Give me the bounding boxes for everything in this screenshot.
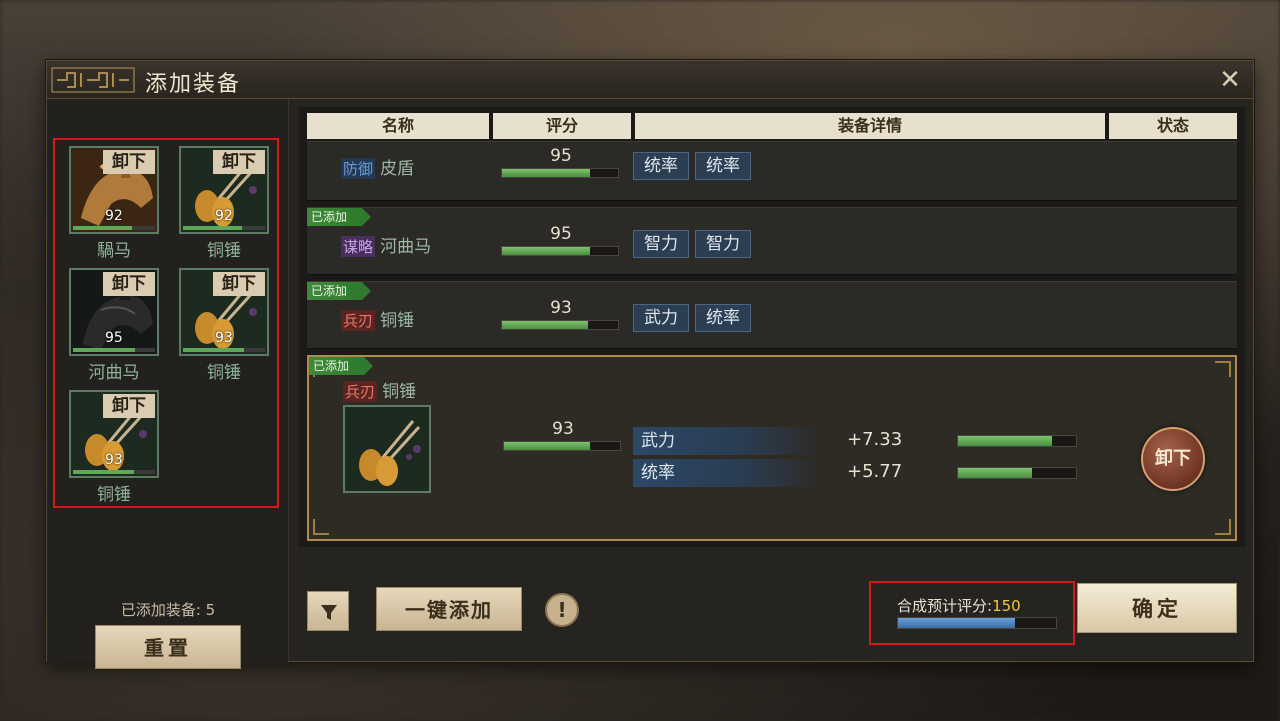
slot-score: 95: [105, 330, 123, 346]
equipped-slot[interactable]: 卸下 93 铜锤: [55, 384, 159, 505]
horse-icon: 卸下 95: [69, 268, 159, 356]
stat-label: 统率: [633, 459, 823, 487]
slot-bar: [73, 470, 155, 474]
stat-value: +5.77: [847, 461, 903, 482]
item-score: 93: [552, 419, 574, 439]
title-ornament-icon: [51, 67, 135, 93]
stat-row: 武力 +7.33: [633, 427, 1083, 455]
equipped-slot[interactable]: 卸下 92 铜锤: [165, 140, 269, 261]
attr-chip: 智力: [695, 230, 751, 258]
slot-name: 铜锤: [207, 363, 241, 383]
type-badge: 防御: [341, 158, 376, 179]
type-badge: 兵刃: [343, 381, 378, 402]
mace-icon: [343, 405, 431, 493]
close-icon[interactable]: ✕: [1217, 67, 1243, 93]
header-status: 状态: [1109, 113, 1237, 139]
item-name: 铜锤: [382, 382, 417, 402]
added-tag: 已添加: [309, 357, 373, 375]
item-name: 皮盾: [380, 159, 415, 179]
dialog-title: 添加装备: [145, 72, 242, 97]
item-score: 95: [550, 146, 572, 166]
equipped-slot[interactable]: 卸下 93 铜锤: [165, 262, 269, 383]
table-row[interactable]: 防御 皮盾 95 统率 统率: [307, 141, 1237, 201]
titlebar: 添加装备 ✕: [47, 61, 1253, 99]
type-badge: 兵刃: [341, 310, 376, 331]
mace-icon: 卸下 93: [69, 390, 159, 478]
score-bar: [501, 246, 619, 256]
attr-chip: 智力: [633, 230, 689, 258]
add-equipment-dialog: 添加装备 ✕ 卸下 92 騧马 卸下 92 铜锤 卸下 95 河曲马 卸下 93…: [46, 60, 1254, 669]
unequip-button[interactable]: 卸下: [103, 272, 155, 296]
slot-score: 93: [105, 452, 123, 468]
header-details: 装备详情: [635, 113, 1105, 139]
filter-icon: [321, 605, 337, 620]
expanded-row[interactable]: 已添加 兵刃 铜锤 93 武力 +7.33 统率 +5.77 卸下: [307, 355, 1237, 541]
added-tag: 已添加: [307, 208, 371, 226]
unequip-button[interactable]: 卸下: [213, 150, 265, 174]
mace-icon: 卸下 92: [179, 146, 269, 234]
slot-name: 铜锤: [97, 485, 131, 505]
unequip-button[interactable]: 卸下: [213, 272, 265, 296]
score-bar: [501, 320, 619, 330]
filter-button[interactable]: [307, 591, 349, 631]
equipped-panel: 卸下 92 騧马 卸下 92 铜锤 卸下 95 河曲马 卸下 93 铜锤 卸下 …: [47, 99, 289, 669]
confirm-button[interactable]: 确定: [1077, 583, 1237, 633]
predicted-score-box: 合成预计评分:150: [869, 581, 1075, 645]
equipment-table: 名称 评分 装备详情 状态 防御 皮盾 95 统率 统率 已添加 谋略 河曲马: [299, 107, 1245, 547]
equipped-list: 卸下 92 騧马 卸下 92 铜锤 卸下 95 河曲马 卸下 93 铜锤 卸下 …: [53, 138, 279, 508]
header-score: 评分: [493, 113, 631, 139]
table-header: 名称 评分 装备详情 状态: [307, 113, 1237, 139]
equipped-slot[interactable]: 卸下 95 河曲马: [55, 262, 159, 383]
mace-icon: 卸下 93: [179, 268, 269, 356]
reset-button[interactable]: 重置: [95, 625, 241, 669]
unequip-button[interactable]: 卸下: [103, 394, 155, 418]
slot-score: 92: [105, 208, 123, 224]
attr-chip: 武力: [633, 304, 689, 332]
slot-bar: [73, 348, 155, 352]
unequip-button[interactable]: 卸下: [103, 150, 155, 174]
item-score: 93: [550, 298, 572, 318]
score-bar: [501, 168, 619, 178]
type-badge: 谋略: [341, 236, 376, 257]
slot-bar: [183, 348, 265, 352]
slot-name: 河曲马: [88, 363, 140, 383]
added-tag: 已添加: [307, 282, 371, 300]
stat-value: +7.33: [847, 429, 903, 450]
predicted-score-value: 150: [992, 597, 1021, 615]
slot-name: 騧马: [97, 241, 131, 261]
slot-name: 铜锤: [207, 241, 241, 261]
table-row[interactable]: 已添加 兵刃 铜锤 93 武力 统率: [307, 281, 1237, 349]
stat-bar: [957, 435, 1077, 447]
stat-label: 武力: [633, 427, 823, 455]
slot-bar: [73, 226, 155, 230]
item-score: 95: [550, 224, 572, 244]
slot-score: 92: [215, 208, 233, 224]
equipped-slot[interactable]: 卸下 92 騧马: [55, 140, 159, 261]
predicted-score-bar: [897, 617, 1057, 629]
table-row[interactable]: 已添加 谋略 河曲马 95 智力 智力: [307, 207, 1237, 275]
header-name: 名称: [307, 113, 489, 139]
slot-bar: [183, 226, 265, 230]
info-icon[interactable]: !: [545, 593, 579, 627]
add-all-button[interactable]: 一键添加: [376, 587, 522, 631]
horse-icon: 卸下 92: [69, 146, 159, 234]
unequip-button[interactable]: 卸下: [1141, 427, 1205, 491]
item-name: 河曲马: [380, 237, 432, 257]
item-name: 铜锤: [380, 311, 415, 331]
attr-chip: 统率: [633, 152, 689, 180]
slot-score: 93: [215, 330, 233, 346]
stat-bar: [957, 467, 1077, 479]
attr-chip: 统率: [695, 304, 751, 332]
attr-chip: 统率: [695, 152, 751, 180]
score-bar: [503, 441, 621, 451]
predicted-score-label: 合成预计评分:150: [897, 597, 1021, 615]
added-count-label: 已添加装备: 5: [120, 601, 216, 619]
stat-row: 统率 +5.77: [633, 459, 1083, 487]
